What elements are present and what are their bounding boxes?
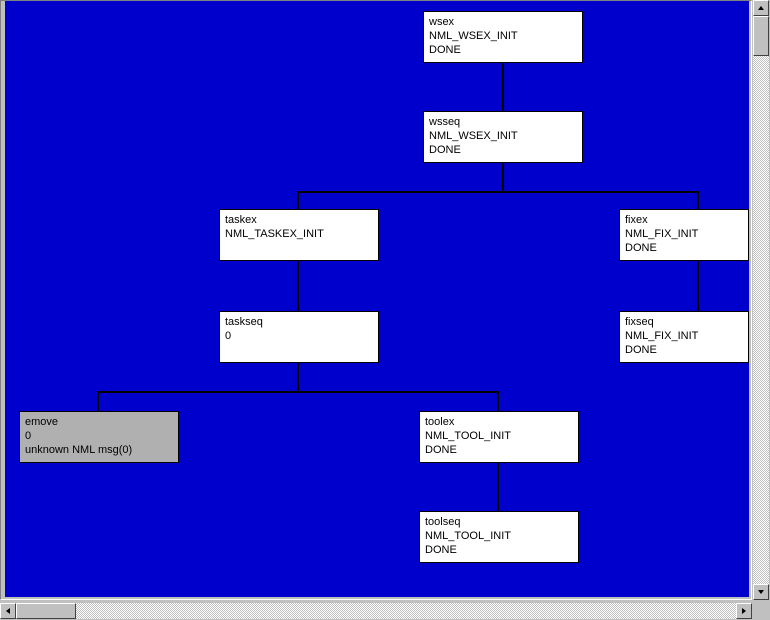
node-cmd: NML_WSEX_INIT — [429, 29, 577, 43]
triangle-left-icon — [4, 607, 12, 615]
node-wsex[interactable]: wsex NML_WSEX_INIT DONE — [423, 11, 583, 63]
edge — [297, 191, 299, 209]
node-cmd: NML_TOOL_INIT — [425, 429, 573, 443]
scroll-right-button[interactable] — [736, 603, 752, 619]
node-status: DONE — [425, 543, 573, 557]
node-name: toolex — [425, 415, 573, 429]
edge — [697, 191, 699, 209]
edge — [497, 391, 499, 411]
edge — [497, 463, 499, 511]
node-toolseq[interactable]: toolseq NML_TOOL_INIT DONE — [419, 511, 579, 563]
scroll-left-button[interactable] — [0, 603, 16, 619]
node-name: taskseq — [225, 315, 373, 329]
node-name: taskex — [225, 213, 373, 227]
node-status: DONE — [429, 43, 577, 57]
node-cmd: NML_WSEX_INIT — [429, 129, 577, 143]
node-toolex[interactable]: toolex NML_TOOL_INIT DONE — [419, 411, 579, 463]
node-cmd: NML_TOOL_INIT — [425, 529, 573, 543]
diagram-canvas[interactable]: wsex NML_WSEX_INIT DONE wsseq NML_WSEX_I… — [5, 1, 749, 597]
edge — [297, 361, 299, 391]
node-cmd: 0 — [225, 329, 373, 343]
edge — [297, 191, 699, 193]
node-name: fixex — [625, 213, 743, 227]
node-cmd: NML_TASKEX_INIT — [225, 227, 373, 241]
horizontal-scroll-thumb[interactable] — [16, 603, 76, 619]
node-fixseq[interactable]: fixseq NML_FIX_INIT DONE — [619, 311, 749, 363]
edge — [502, 161, 504, 191]
edge — [502, 63, 504, 111]
node-status: DONE — [625, 241, 743, 255]
window-frame: wsex NML_WSEX_INIT DONE wsseq NML_WSEX_I… — [0, 0, 770, 620]
node-cmd: NML_FIX_INIT — [625, 227, 743, 241]
diagram-viewport: wsex NML_WSEX_INIT DONE wsseq NML_WSEX_I… — [0, 0, 752, 600]
node-fixex[interactable]: fixex NML_FIX_INIT DONE — [619, 209, 749, 261]
scroll-down-button[interactable] — [753, 584, 769, 600]
node-taskex[interactable]: taskex NML_TASKEX_INIT — [219, 209, 379, 261]
edge — [97, 391, 99, 411]
node-name: wsseq — [429, 115, 577, 129]
triangle-up-icon — [757, 4, 765, 12]
node-name: emove — [25, 415, 173, 429]
vertical-scroll-thumb[interactable] — [753, 16, 769, 56]
edge — [97, 391, 499, 393]
node-status: DONE — [429, 143, 577, 157]
node-emove[interactable]: emove 0 unknown NML msg(0) — [19, 411, 179, 463]
node-status: DONE — [425, 443, 573, 457]
node-name: wsex — [429, 15, 577, 29]
node-cmd: NML_FIX_INIT — [625, 329, 743, 343]
node-status: DONE — [625, 343, 743, 357]
scroll-up-button[interactable] — [753, 0, 769, 16]
triangle-down-icon — [757, 588, 765, 596]
node-cmd: 0 — [25, 429, 173, 443]
node-status: unknown NML msg(0) — [25, 443, 173, 457]
vertical-scroll-track[interactable] — [753, 16, 769, 584]
triangle-right-icon — [740, 607, 748, 615]
horizontal-scrollbar[interactable] — [0, 602, 752, 620]
edge — [697, 261, 699, 311]
node-name: toolseq — [425, 515, 573, 529]
scrollbar-corner — [752, 602, 770, 620]
node-name: fixseq — [625, 315, 743, 329]
horizontal-scroll-track[interactable] — [16, 603, 736, 619]
edge — [297, 261, 299, 311]
node-wsseq[interactable]: wsseq NML_WSEX_INIT DONE — [423, 111, 583, 163]
node-taskseq[interactable]: taskseq 0 — [219, 311, 379, 363]
vertical-scrollbar[interactable] — [752, 0, 770, 600]
